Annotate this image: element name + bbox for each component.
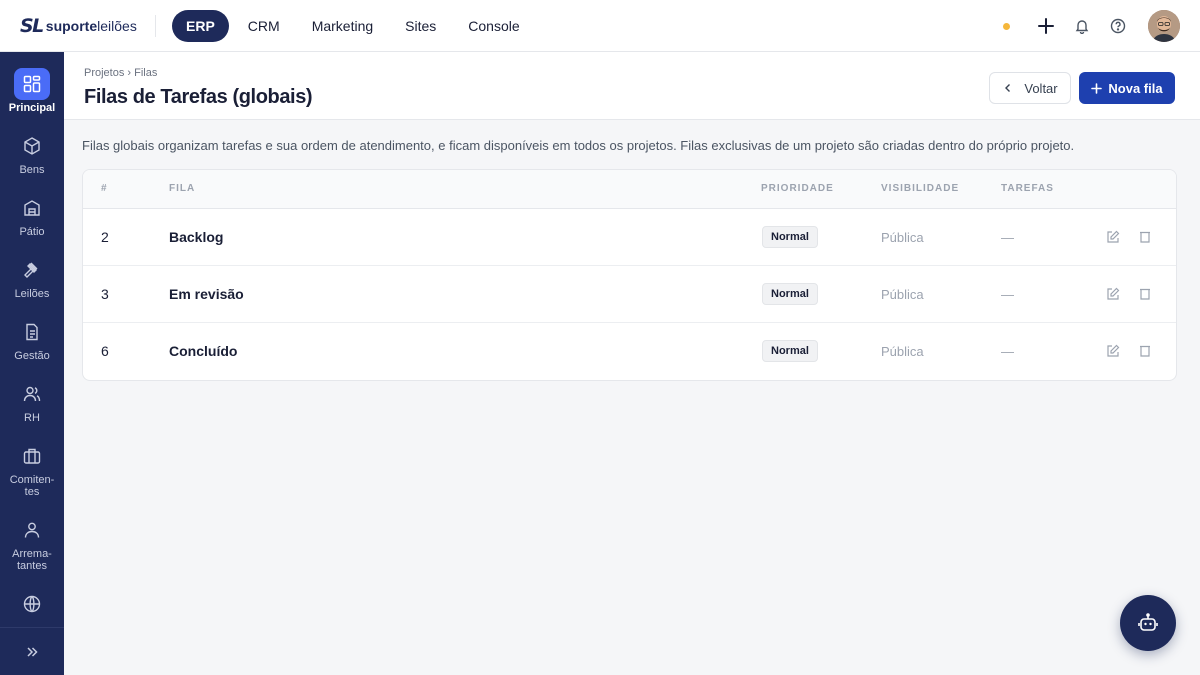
users-icon <box>14 378 50 410</box>
row-id: 6 <box>101 343 109 359</box>
column-header-tarefas: Tarefas <box>1001 183 1054 194</box>
logo-mark: SL <box>20 15 44 37</box>
avatar[interactable] <box>1148 10 1180 42</box>
plus-icon[interactable] <box>1036 16 1056 36</box>
divider <box>155 15 156 37</box>
globe-icon <box>14 588 50 620</box>
robot-icon <box>1138 613 1158 631</box>
briefcase-icon <box>14 440 50 472</box>
assistant-bot-button[interactable] <box>1120 595 1176 651</box>
sidebar-item-label: Leilões <box>14 288 50 300</box>
table-header: # Fila Prioridade Visibilidade Tarefas <box>83 170 1176 209</box>
back-button[interactable]: Voltar <box>989 72 1071 104</box>
document-icon <box>14 316 50 348</box>
new-queue-button[interactable]: Nova fila <box>1079 72 1175 104</box>
help-icon[interactable] <box>1108 16 1128 36</box>
delete-icon[interactable] <box>1137 286 1153 302</box>
table-row[interactable]: 2 Backlog Normal Pública — <box>83 209 1176 266</box>
row-tasks: — <box>1001 287 1014 302</box>
priority-badge: Normal <box>762 226 818 248</box>
top-actions <box>1003 10 1180 42</box>
sidebar-item-label: Comiten-tes <box>9 474 55 498</box>
nav-tab-erp[interactable]: ERP <box>172 10 229 42</box>
chevrons-right-icon <box>27 646 38 657</box>
row-tasks: — <box>1001 344 1014 359</box>
new-queue-button-label: Nova fila <box>1108 80 1163 96</box>
plus-icon <box>1091 82 1103 94</box>
delete-icon[interactable] <box>1137 343 1153 359</box>
table-row[interactable]: 3 Em revisão Normal Pública — <box>83 266 1176 323</box>
box-icon <box>14 130 50 162</box>
breadcrumb[interactable]: Projetos › Filas <box>84 67 157 79</box>
nav-tab-crm[interactable]: CRM <box>233 10 295 42</box>
gavel-icon <box>14 254 50 286</box>
sidebar-item-label: Arrema-tantes <box>12 548 52 572</box>
delete-icon[interactable] <box>1137 229 1153 245</box>
table-row[interactable]: 6 Concluído Normal Pública — <box>83 323 1176 380</box>
user-icon <box>14 514 50 546</box>
nav-tab-sites[interactable]: Sites <box>390 10 451 42</box>
row-visibility: Pública <box>881 344 924 359</box>
sidebar-item-patio[interactable]: Pátio <box>0 192 64 238</box>
status-dot <box>1003 22 1010 30</box>
row-id: 3 <box>101 286 109 302</box>
page-title: Filas de Tarefas (globais) <box>84 86 313 108</box>
edit-icon[interactable] <box>1105 286 1121 302</box>
priority-badge: Normal <box>762 340 818 362</box>
row-name[interactable]: Em revisão <box>169 286 244 302</box>
column-header-id: # <box>101 183 108 194</box>
sidebar-expand-button[interactable] <box>0 627 64 675</box>
row-name[interactable]: Backlog <box>169 229 223 245</box>
back-button-label: Voltar <box>1024 80 1058 96</box>
edit-icon[interactable] <box>1105 229 1121 245</box>
warehouse-icon <box>14 192 50 224</box>
bell-icon[interactable] <box>1072 16 1092 36</box>
chevron-left-icon <box>1005 84 1011 92</box>
logo-text: suporteleilões <box>45 18 137 34</box>
main-nav: ERP CRM Marketing Sites Console <box>172 10 537 42</box>
column-header-prioridade: Prioridade <box>761 183 834 194</box>
column-header-fila: Fila <box>169 183 196 194</box>
sidebar-item-gestao[interactable]: Gestão <box>0 316 64 362</box>
nav-tab-console[interactable]: Console <box>453 10 534 42</box>
column-header-visibilidade: Visibilidade <box>881 183 960 194</box>
sidebar-item-comitentes[interactable]: Comiten-tes <box>0 440 64 498</box>
sidebar-item-label: Pátio <box>19 226 45 238</box>
sidebar-item-bens[interactable]: Bens <box>0 130 64 176</box>
row-visibility: Pública <box>881 230 924 245</box>
row-tasks: — <box>1001 230 1014 245</box>
sidebar-item-arrematantes[interactable]: Arrema-tantes <box>0 514 64 572</box>
sidebar-item-principal[interactable]: Principal <box>0 68 64 114</box>
nav-tab-marketing[interactable]: Marketing <box>297 10 388 42</box>
grid-icon <box>14 68 50 100</box>
sidebar-item-sites[interactable] <box>0 588 64 620</box>
priority-badge: Normal <box>762 283 818 305</box>
row-name[interactable]: Concluído <box>169 343 237 359</box>
queues-table: # Fila Prioridade Visibilidade Tarefas 2… <box>82 169 1177 381</box>
sidebar-item-label: Gestão <box>14 350 50 362</box>
row-visibility: Pública <box>881 287 924 302</box>
sidebar-item-label: Principal <box>8 102 56 114</box>
sidebar-item-label: Bens <box>19 164 45 176</box>
sidebar-item-rh[interactable]: RH <box>0 378 64 424</box>
edit-icon[interactable] <box>1105 343 1121 359</box>
row-id: 2 <box>101 229 109 245</box>
top-bar: SL suporteleilões ERP CRM Marketing Site… <box>0 0 1200 52</box>
sidebar: Principal Bens Pátio Leilões Gestão RH C… <box>0 52 64 675</box>
page-description: Filas globais organizam tarefas e sua or… <box>82 138 1075 153</box>
sidebar-item-label: RH <box>24 412 40 424</box>
brand-logo[interactable]: SL suporteleilões <box>20 14 137 38</box>
sidebar-item-leiloes[interactable]: Leilões <box>0 254 64 300</box>
page-header: Projetos › Filas Filas de Tarefas (globa… <box>64 52 1200 120</box>
